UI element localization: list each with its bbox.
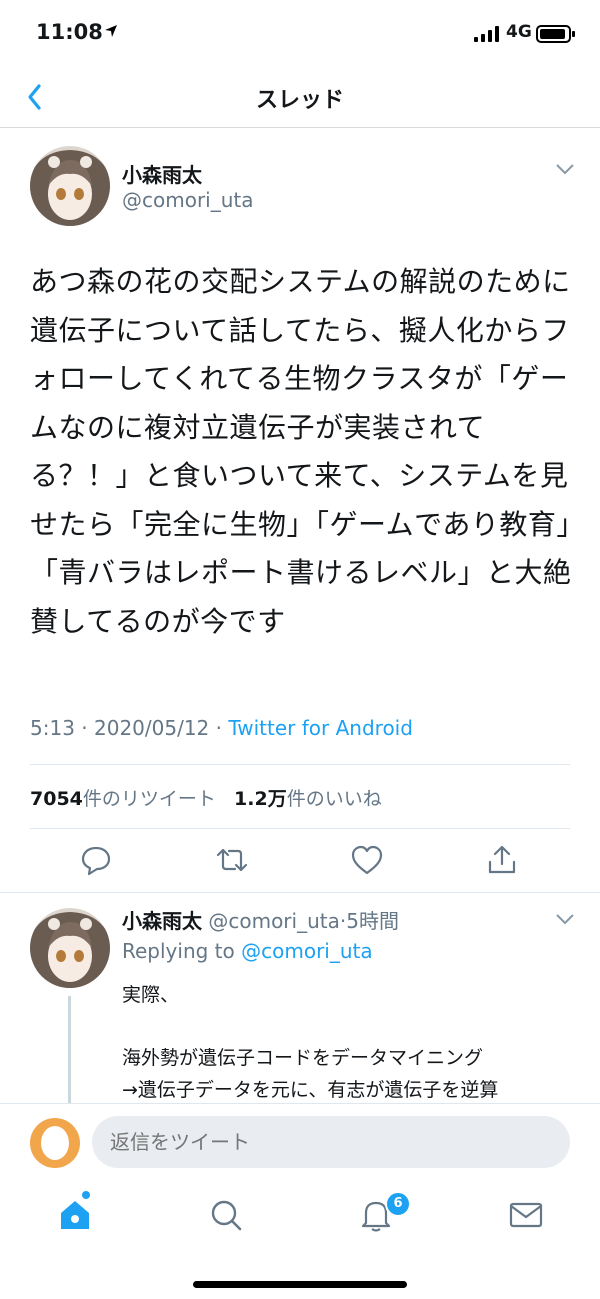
reply-icon[interactable] <box>78 842 114 878</box>
battery-icon <box>536 25 575 43</box>
status-time: 11:08 <box>36 20 103 44</box>
home-icon[interactable] <box>55 1195 95 1235</box>
status-bar: 11:08 4G <box>0 0 600 66</box>
author-handle[interactable]: @comori_uta <box>122 188 254 212</box>
my-avatar[interactable] <box>30 1118 80 1168</box>
home-new-dot <box>82 1191 90 1199</box>
search-icon[interactable] <box>206 1195 246 1235</box>
replying-to-line: Replying to @comori_uta <box>122 939 373 963</box>
network-type: 4G <box>506 22 532 42</box>
tweet-meta: 5:13 · 2020/05/12 · Twitter for Android <box>30 716 413 740</box>
reply-author-name[interactable]: 小森雨太 <box>122 909 202 933</box>
reply-time-ago: 5時間 <box>346 909 399 933</box>
chevron-down-icon[interactable] <box>555 912 575 926</box>
chevron-down-icon[interactable] <box>555 162 575 176</box>
divider <box>30 764 570 765</box>
share-icon[interactable] <box>484 842 520 878</box>
retweet-icon[interactable] <box>214 842 250 878</box>
tweet-time: 5:13 <box>30 716 75 740</box>
meta-separator: · <box>81 716 88 740</box>
likes-stat[interactable]: 1.2万件のいいね <box>234 788 382 810</box>
notifications-badge: 6 <box>385 1191 411 1217</box>
meta-separator: · <box>215 716 222 740</box>
tweet-stats: 7054件のリツイート 1.2万件のいいね <box>30 784 382 811</box>
replying-to-handle[interactable]: @comori_uta <box>241 939 373 963</box>
messages-envelope-icon[interactable] <box>506 1195 546 1235</box>
home-indicator <box>193 1281 407 1288</box>
divider <box>0 892 600 893</box>
likes-label: 件のいいね <box>286 788 382 810</box>
signal-strength-icon <box>474 26 499 42</box>
reply-composer <box>0 1103 600 1181</box>
reply-input[interactable] <box>92 1116 570 1168</box>
divider <box>30 828 570 829</box>
tab-bar: 6 <box>0 1181 600 1299</box>
replying-to-prefix: Replying to <box>122 939 235 963</box>
reply-header: 小森雨太 @comori_uta·5時間 <box>122 905 399 934</box>
thread-line <box>68 996 71 1106</box>
like-heart-icon[interactable] <box>349 842 385 878</box>
location-arrow-icon <box>105 25 117 37</box>
tweet-source-link[interactable]: Twitter for Android <box>228 716 413 740</box>
reply-author-avatar[interactable] <box>30 908 110 988</box>
author-name[interactable]: 小森雨太 <box>122 159 202 188</box>
nav-bar: スレッド <box>0 66 600 128</box>
likes-count: 1.2万 <box>234 788 287 810</box>
tweet-text: あつ森の花の交配システムの解説のために遺伝子について話してたら、擬人化からフォロ… <box>30 265 572 638</box>
page-title: スレッド <box>255 88 344 113</box>
retweets-stat[interactable]: 7054件のリツイート <box>30 788 216 810</box>
author-avatar[interactable] <box>30 146 110 226</box>
reply-tweet-text: 実際、 海外勢が遺伝子コードをデータマイニング →遺伝子データを元に、有志が遺伝… <box>122 984 499 1101</box>
reply-author-handle[interactable]: @comori_uta <box>208 909 340 933</box>
tweet-date: 2020/05/12 <box>94 716 210 740</box>
retweets-label: 件のリツイート <box>82 788 216 810</box>
retweets-count: 7054 <box>30 788 83 810</box>
